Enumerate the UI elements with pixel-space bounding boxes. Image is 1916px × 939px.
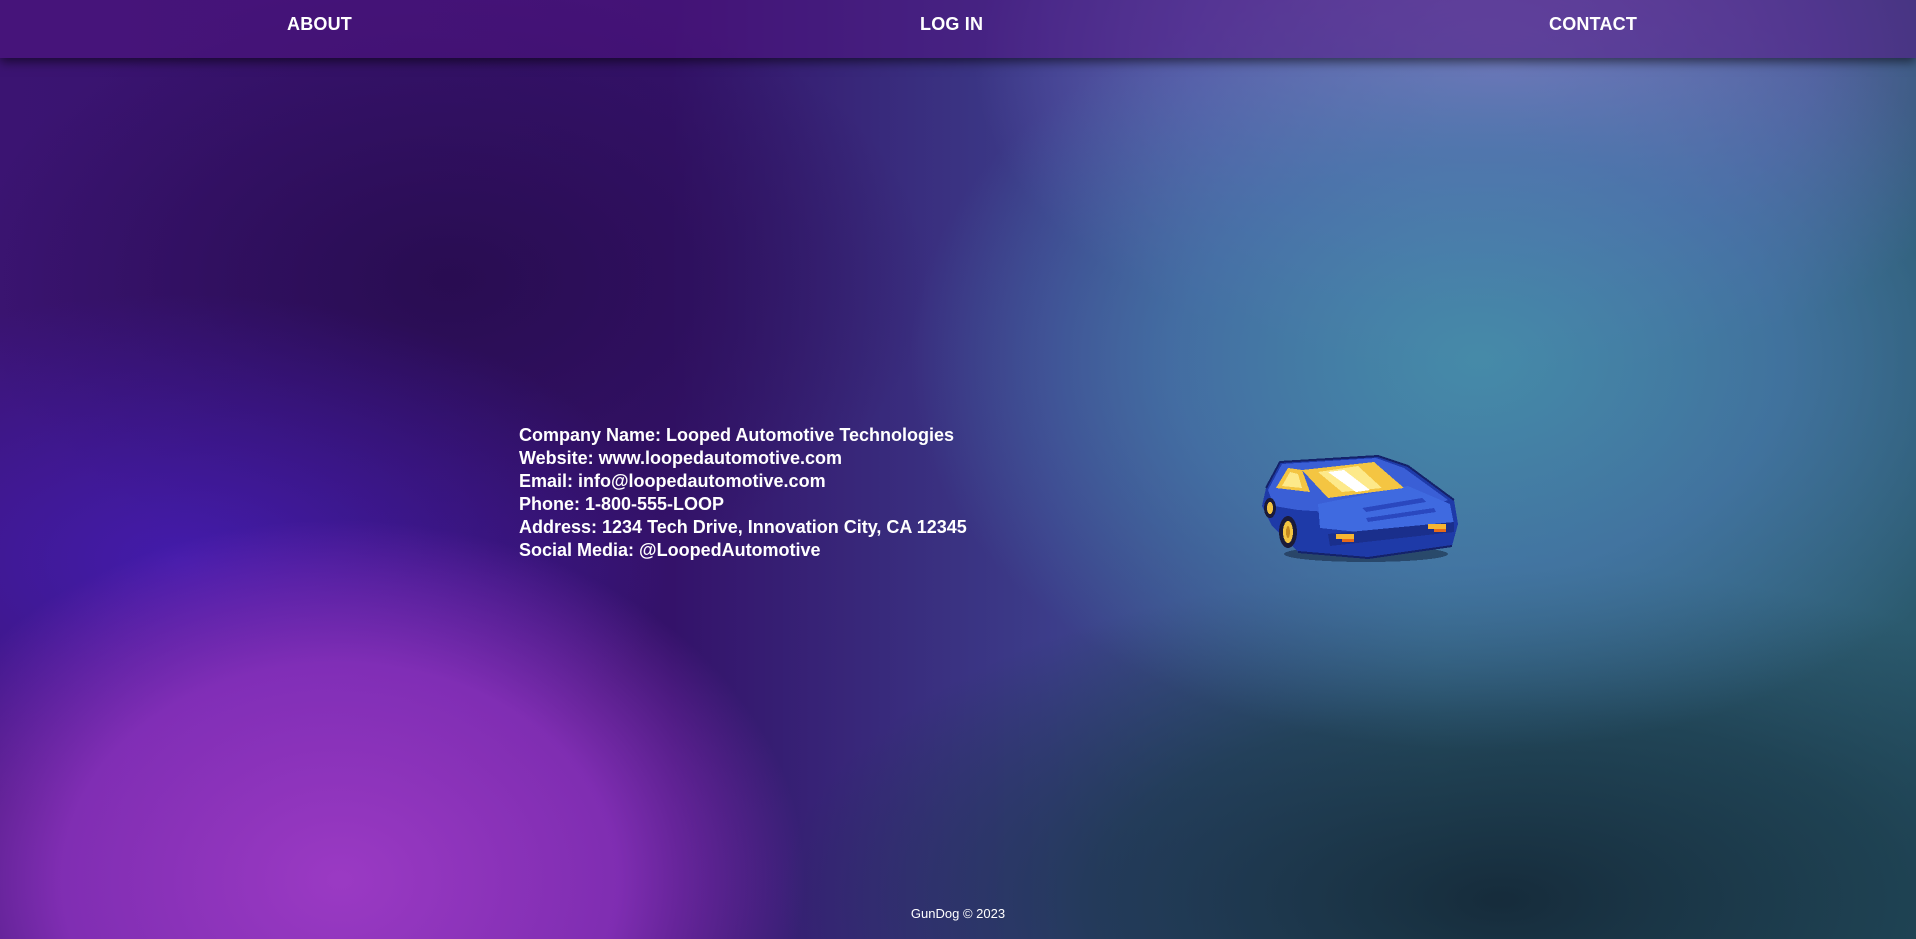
website-text: Website: www.loopedautomotive.com <box>519 448 843 468</box>
social-media-text: Social Media: @LoopedAutomotive <box>519 540 821 560</box>
pixel-sports-car-icon <box>1258 448 1460 566</box>
nav-login-link[interactable]: LOG IN <box>920 14 983 35</box>
company-name-text: Company Name: Looped Automotive Technolo… <box>519 425 955 445</box>
nav-about-link[interactable]: ABOUT <box>287 14 352 35</box>
contact-info-block: Company Name: Looped Automotive Technolo… <box>519 424 967 562</box>
email-text: Email: info@loopedautomotive.com <box>519 471 826 491</box>
phone-text: Phone: 1-800-555-LOOP <box>519 494 725 514</box>
address-text: Address: 1234 Tech Drive, Innovation Cit… <box>519 517 967 537</box>
top-nav-bar: ABOUT LOG IN CONTACT <box>0 0 1916 58</box>
footer-copyright: GunDog © 2023 <box>910 906 1006 921</box>
nav-contact-link[interactable]: CONTACT <box>1549 14 1637 35</box>
